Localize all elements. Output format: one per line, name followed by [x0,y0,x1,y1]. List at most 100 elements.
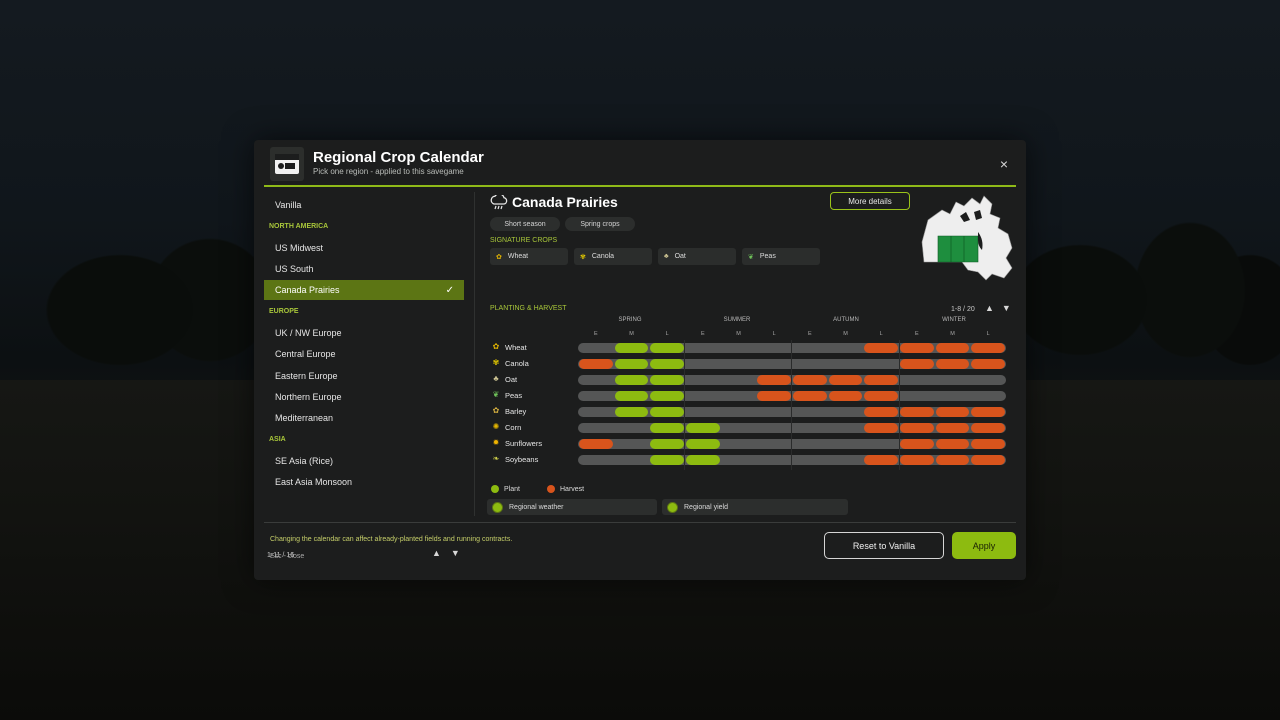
region-item-canada-prairies[interactable]: Canada Prairies ✓ [264,280,464,300]
season-divider [684,340,685,470]
calendar-change-warning: Changing the calendar can affect already… [270,536,513,543]
reset-to-vanilla-button[interactable]: Reset to Vanilla [824,532,944,559]
crop-timeline-track [578,375,1006,385]
region-item-vanilla[interactable]: Vanilla [264,195,464,215]
region-list: Vanilla NORTH AMERICA US Midwest US Sout… [264,192,464,559]
region-item-label: US South [275,264,314,274]
peas-icon: ❦ [748,253,754,261]
region-item-label: SE Asia (Rice) [275,456,334,466]
subperiod-label: M [629,331,634,337]
harvest-segment [900,343,934,353]
subperiod-label: L [665,331,669,337]
plant-segment [614,343,649,353]
crop-name: Sunflowers [505,439,543,448]
region-item-se-asia-rice[interactable]: SE Asia (Rice) [264,451,464,471]
dialog-header: Regional Crop Calendar Pick one region -… [254,140,1026,187]
wheat-icon: ✿ [496,253,502,261]
subperiod-label: M [736,331,741,337]
subperiod-label: E [593,331,598,337]
legend-harvest-label: Harvest [560,485,585,493]
signature-crop-wheat: ✿ Wheat [490,248,568,265]
harvest-segment [757,375,791,385]
region-item-mediterranean[interactable]: Mediterranean [264,408,464,428]
close-icon[interactable]: × [1000,156,1008,172]
canola-icon: ✾ [580,253,586,261]
calendar-arrows: ▲▼ [985,303,1019,313]
arrow-up-icon[interactable]: ▲ [432,548,451,558]
harvest-segment [935,423,970,433]
checkmark-icon: ✓ [445,284,454,296]
harvest-segment [757,391,791,401]
harvest-segment [971,423,1005,433]
region-item-central-europe[interactable]: Central Europe [264,344,464,364]
apply-button[interactable]: Apply [952,532,1016,559]
region-item-northern-europe[interactable]: Northern Europe [264,387,464,407]
region-item-us-south[interactable]: US South [264,259,464,279]
subperiod-label: M [843,331,848,337]
plant-segment [650,359,684,369]
signature-crop-peas: ❦ Peas [742,248,820,265]
regional-yield-label: Regional yield [684,503,728,511]
region-item-eastern-europe[interactable]: Eastern Europe [264,366,464,386]
toggle-knob [667,501,678,513]
peas-icon: ❦ [492,390,500,399]
region-section-europe: EUROPE [269,308,299,315]
barley-icon: ✿ [492,406,500,415]
plant-segment [614,359,649,369]
harvest-segment [864,423,898,433]
tag-short-season: Short season [490,217,560,231]
crop-calendar-logo-icon [270,147,304,181]
planting-harvest-label: PLANTING & HARVEST [490,305,567,312]
plant-segment [614,407,649,417]
region-item-label: Eastern Europe [275,371,338,381]
region-item-label: US Midwest [275,243,324,253]
signature-crop-label: Canola [591,253,615,260]
crop-timeline-track [578,439,1006,449]
harvest-segment [900,423,934,433]
toggle-knob [492,501,503,513]
arrow-up-icon[interactable]: ▲ [985,303,1002,313]
regional-weather-toggle[interactable]: Regional weather [487,499,657,515]
harvest-segment [900,407,934,417]
harvest-segment [864,407,898,417]
plant-segment [650,439,684,449]
plant-segment [650,375,684,385]
region-item-label: Canada Prairies [275,285,340,295]
crop-name: Peas [505,391,523,400]
arrow-down-icon[interactable]: ▼ [1002,303,1019,313]
subperiod-label: E [914,331,919,337]
regional-yield-toggle[interactable]: Regional yield [662,499,848,515]
crop-name: Barley [505,407,527,416]
signature-crop-label: Oat [674,253,686,260]
region-title: Canada Prairies [512,194,618,210]
harvest-segment [579,439,613,449]
signature-crops-label: SIGNATURE CROPS [490,237,558,244]
harvest-segment [971,455,1005,465]
signature-crop-label: Peas [759,253,776,260]
crop-name: Canola [505,359,529,368]
harvest-segment [793,391,827,401]
region-item-label: East Asia Monsoon [275,477,353,487]
subperiod-label: L [772,331,776,337]
harvest-segment [864,455,898,465]
region-item-us-midwest[interactable]: US Midwest [264,238,464,258]
season-winter: WINTER [942,317,966,323]
crop-name: Corn [505,423,522,432]
plant-segment [686,439,720,449]
more-details-button[interactable]: More details [830,192,910,210]
harvest-segment [900,359,934,369]
footer-divider [264,522,1016,523]
arrow-down-icon[interactable]: ▼ [451,548,470,558]
subperiod-label: E [807,331,812,337]
harvest-segment [971,407,1005,417]
region-item-east-asia-monsoon[interactable]: East Asia Monsoon [264,472,464,492]
region-list-arrows: ▲▼ [432,548,470,558]
harvest-segment [864,343,898,353]
crop-timeline-track [578,343,1006,353]
harvest-segment [935,455,970,465]
plant-segment [614,391,649,401]
region-item-uk-nw-europe[interactable]: UK / NW Europe [264,323,464,343]
plant-segment [686,423,720,433]
harvest-segment [935,343,970,353]
season-summer: SUMMER [723,317,751,323]
